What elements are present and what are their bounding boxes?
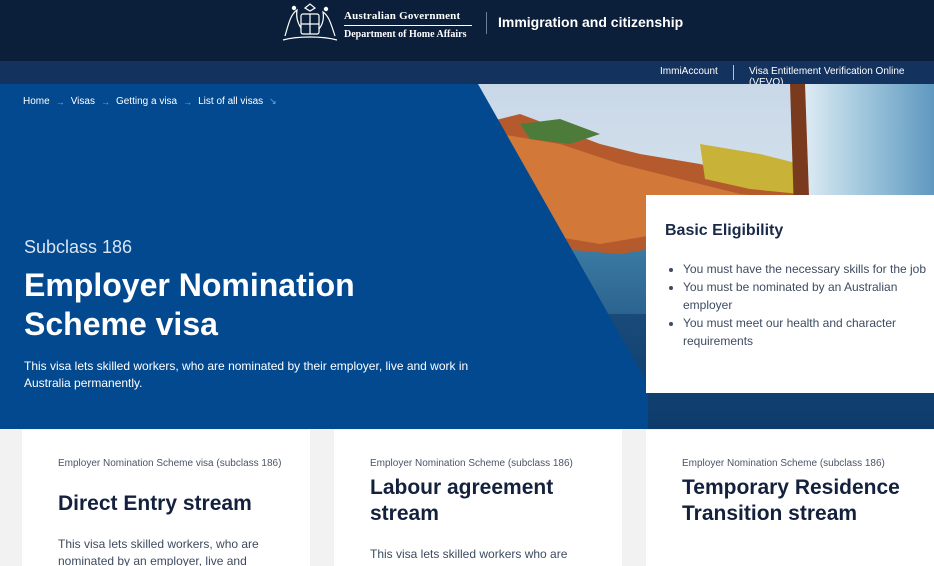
government-branding[interactable]: Australian Government Department of Home… [344,10,472,40]
breadcrumb-visas[interactable]: Visas [71,96,95,107]
stream-card-direct-entry[interactable]: Employer Nomination Scheme visa (subclas… [22,430,310,566]
arrow-right-icon: → [100,96,110,107]
stream-card-labour-agreement[interactable]: Employer Nomination Scheme (subclass 186… [334,430,622,566]
breadcrumb-home[interactable]: Home [23,96,50,107]
page-title: Employer Nomination Scheme visa [24,267,355,342]
card-kicker: Employer Nomination Scheme (subclass 186… [370,458,573,469]
breadcrumb: Home → Visas → Getting a visa → List of … [23,96,277,107]
subclass-label: Subclass 186 [24,237,133,257]
coat-of-arms-icon[interactable] [279,2,341,44]
basic-eligibility-card: Basic Eligibility You must have the nece… [646,195,934,393]
hero-description: This visa lets skilled workers, who are … [24,359,469,390]
site-title[interactable]: Immigration and citizenship [498,14,683,30]
branding-divider [344,25,472,26]
card-description: This visa lets skilled workers, who are … [58,537,259,566]
card-description: This visa lets skilled workers who are [370,547,568,561]
department-name: Department of Home Affairs [344,29,467,40]
card-title[interactable]: Labour agreement stream [370,475,600,527]
site-header: Australian Government Department of Home… [0,0,934,61]
eligibility-item: You must have the necessary skills for t… [683,260,928,278]
card-kicker: Employer Nomination Scheme (subclass 186… [682,458,885,469]
arrow-right-icon: → [55,96,65,107]
eligibility-list: You must have the necessary skills for t… [683,260,928,350]
immiaccount-link[interactable]: ImmiAccount [660,66,718,77]
nav-separator [733,65,734,80]
arrow-right-icon: → [183,96,193,107]
stream-card-temporary-residence-transition[interactable]: Employer Nomination Scheme (subclass 186… [646,430,934,566]
eligibility-item: You must be nominated by an Australian e… [683,278,928,314]
government-name: Australian Government [344,10,461,22]
eligibility-heading: Basic Eligibility [665,222,784,239]
arrow-down-right-icon[interactable]: ↘ [269,96,277,107]
secondary-nav: ImmiAccount Visa Entitlement Verificatio… [0,61,934,88]
breadcrumb-list-of-all-visas[interactable]: List of all visas [198,96,263,107]
header-divider [486,12,487,34]
card-kicker: Employer Nomination Scheme visa (subclas… [58,458,282,469]
card-title[interactable]: Direct Entry stream [58,491,288,517]
breadcrumb-getting-a-visa[interactable]: Getting a visa [116,96,177,107]
card-title[interactable]: Temporary Residence Transition stream [682,475,912,527]
eligibility-item: You must meet our health and character r… [683,314,928,350]
